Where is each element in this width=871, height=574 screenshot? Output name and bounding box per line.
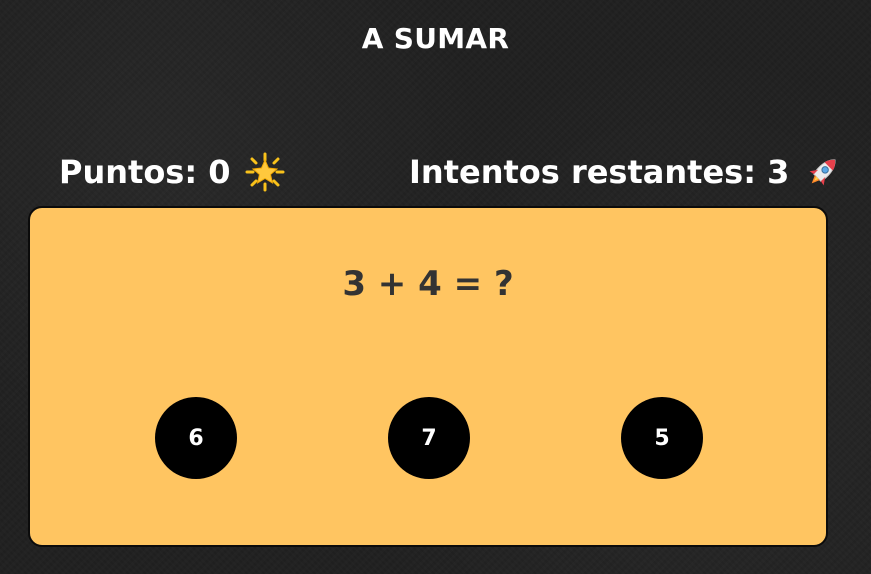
game-title: A SUMAR: [361, 22, 510, 55]
answer-option-3[interactable]: 5: [621, 397, 703, 479]
answer-option-1[interactable]: 6: [155, 397, 237, 479]
score-label: Puntos:: [59, 153, 198, 191]
attempts-display: Intentos restantes: 3: [409, 150, 843, 194]
game-panel: 3 + 4 = ? 6 7 5: [28, 206, 828, 547]
question-text: 3 + 4 = ?: [342, 264, 514, 304]
rocket-icon: [803, 152, 843, 192]
answer-option-2[interactable]: 7: [388, 397, 470, 479]
attempts-value: 3: [767, 153, 790, 191]
glowing-star-icon: [245, 152, 285, 192]
attempts-label: Intentos restantes:: [409, 153, 756, 191]
score-value: 0: [208, 153, 231, 191]
score-display: Puntos: 0: [59, 150, 285, 194]
